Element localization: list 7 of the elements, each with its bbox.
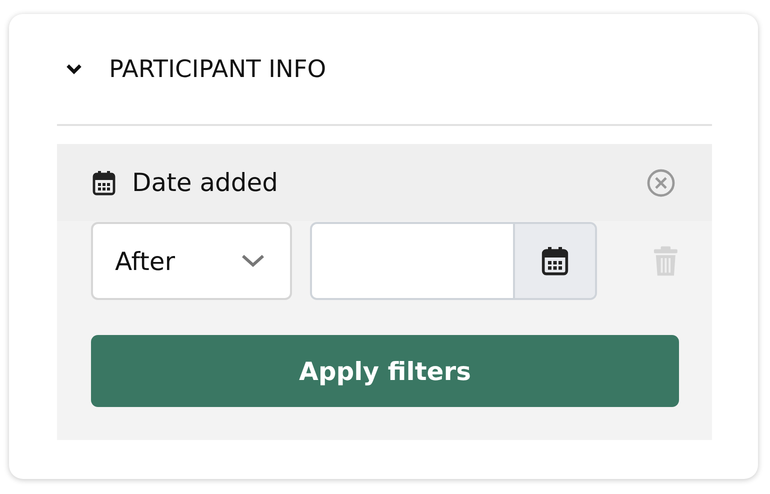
operator-dropdown[interactable]: After [91,222,292,300]
calendar-icon [92,170,116,196]
apply-filters-button[interactable]: Apply filters [91,335,679,407]
section-title: PARTICIPANT INFO [109,55,326,83]
chevron-icon [240,253,266,269]
remove-icon[interactable] [646,168,676,198]
filter-label: Date added [132,168,280,197]
